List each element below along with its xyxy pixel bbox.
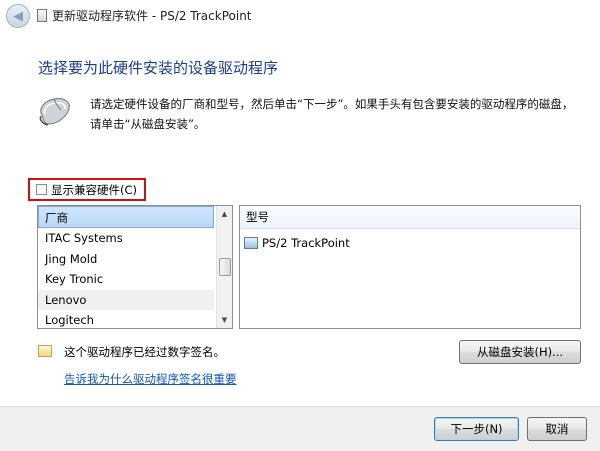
driver-signing-link[interactable]: 告诉我为什么驱动程序签名很重要 bbox=[64, 371, 237, 387]
manufacturer-scrollbar[interactable]: ▲ ▼ bbox=[216, 206, 232, 328]
compatible-hardware-checkbox[interactable] bbox=[36, 184, 47, 195]
device-driver-icon bbox=[244, 237, 258, 249]
device-icon bbox=[37, 9, 47, 22]
compatible-hardware-label: 显示兼容硬件(C) bbox=[51, 182, 138, 197]
window-title: 更新驱动程序软件 - PS/2 TrackPoint bbox=[52, 9, 252, 23]
show-compatible-hardware[interactable]: 显示兼容硬件(C) bbox=[28, 178, 146, 201]
mouse-icon bbox=[39, 98, 70, 126]
list-item[interactable]: Lenovo bbox=[38, 289, 214, 310]
have-disk-button[interactable]: 从磁盘安装(H)... bbox=[459, 340, 581, 364]
list-item[interactable]: ITAC Systems bbox=[38, 228, 214, 249]
cancel-button[interactable]: 取消 bbox=[527, 417, 587, 441]
next-button[interactable]: 下一步(N) bbox=[434, 417, 519, 441]
list-item[interactable]: PS/2 TrackPoint bbox=[240, 232, 580, 254]
scroll-down-icon[interactable]: ▼ bbox=[217, 313, 232, 327]
list-item[interactable]: Key Tronic bbox=[38, 269, 214, 290]
model-header[interactable]: 型号 bbox=[240, 206, 580, 229]
signature-status: 这个驱动程序已经过数字签名。 bbox=[64, 345, 225, 359]
manufacturer-header[interactable]: 厂商 bbox=[38, 206, 214, 228]
page-heading: 选择要为此硬件安装的设备驱动程序 bbox=[38, 59, 279, 77]
list-item[interactable]: Logitech bbox=[38, 310, 214, 328]
back-button[interactable]: ◀ bbox=[6, 4, 30, 28]
list-item[interactable]: Jing Mold bbox=[38, 249, 214, 270]
manufacturer-list[interactable]: 厂商 ITAC Systems Jing Mold Key Tronic Len… bbox=[37, 205, 233, 329]
model-label: PS/2 TrackPoint bbox=[262, 236, 350, 250]
scroll-up-icon[interactable]: ▲ bbox=[217, 207, 232, 221]
scrollbar-thumb[interactable] bbox=[219, 258, 231, 276]
title-bar: ◀ 更新驱动程序软件 - PS/2 TrackPoint bbox=[0, 0, 600, 34]
back-arrow-icon: ◀ bbox=[13, 8, 23, 24]
instruction-text: 请选定硬件设备的厂商和型号，然后单击“下一步”。如果手头有包含要安装的驱动程序的… bbox=[90, 97, 574, 131]
model-list[interactable]: 型号 PS/2 TrackPoint bbox=[239, 205, 581, 329]
signed-certificate-icon bbox=[38, 345, 52, 357]
